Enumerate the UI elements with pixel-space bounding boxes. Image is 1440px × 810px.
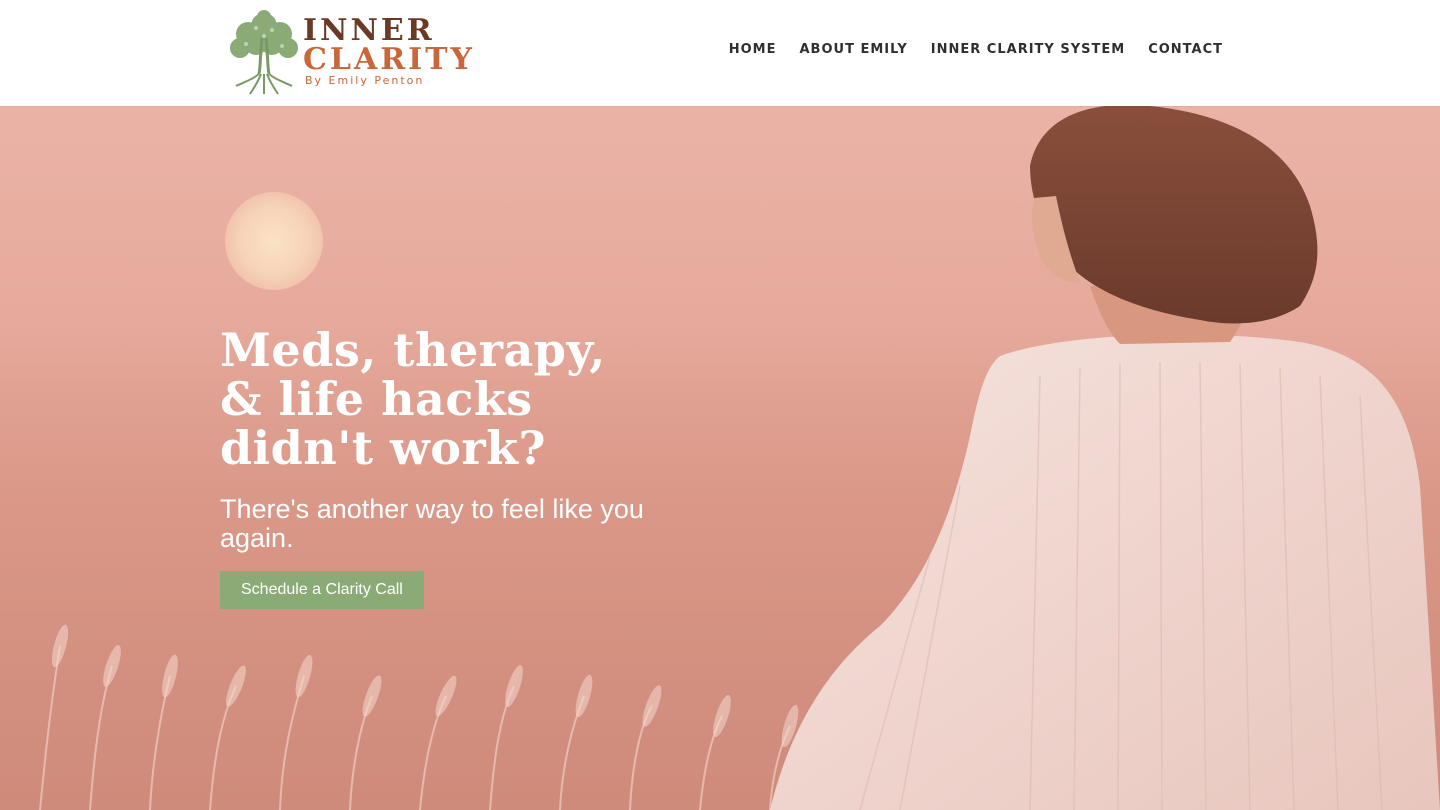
hero-headline: Meds, therapy, & life hacks didn't work? <box>220 323 606 475</box>
nav-item-home[interactable]: HOME <box>729 42 777 57</box>
site-logo[interactable]: INNER CLARITY By Emily Penton <box>226 8 472 96</box>
page: INNER CLARITY By Emily Penton HOME ABOUT… <box>0 0 1440 810</box>
logo-byline: By Emily Penton <box>305 74 425 87</box>
logo-text-clarity: CLARITY <box>303 42 475 77</box>
schedule-call-button[interactable]: Schedule a Clarity Call <box>220 571 424 609</box>
hero-subheadline: There's another way to feel like you aga… <box>220 494 644 553</box>
hero-content: Meds, therapy, & life hacks didn't work?… <box>220 326 690 609</box>
tree-of-life-icon <box>230 10 298 95</box>
nav-item-about-emily[interactable]: ABOUT EMILY <box>800 42 908 57</box>
sun-graphic <box>225 192 323 290</box>
hero-background-image <box>0 106 1440 810</box>
site-header: INNER CLARITY By Emily Penton HOME ABOUT… <box>0 0 1440 106</box>
nav-item-contact[interactable]: CONTACT <box>1148 42 1223 57</box>
nav-item-inner-clarity-system[interactable]: INNER CLARITY SYSTEM <box>931 42 1125 57</box>
hero-section: Meds, therapy, & life hacks didn't work?… <box>0 106 1440 810</box>
main-nav: HOME ABOUT EMILY INNER CLARITY SYSTEM CO… <box>729 42 1223 57</box>
